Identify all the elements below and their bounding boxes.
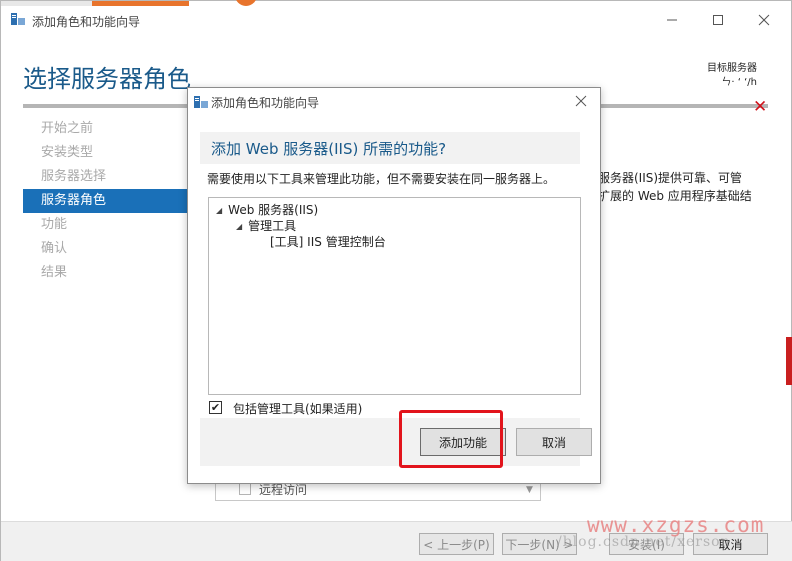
maximize-icon[interactable]	[706, 9, 730, 31]
titlebar: 添加角色和功能向导	[1, 0, 791, 39]
dialog-titlebar: 添加角色和功能向导	[188, 88, 600, 116]
dialog-footer: 添加功能 取消	[200, 418, 592, 466]
role-description-line: 扩展的 Web 应用程序基础结	[598, 189, 752, 203]
tree-item-label: [工具] IIS 管理控制台	[270, 235, 386, 249]
tree-item-label: 管理工具	[248, 219, 297, 233]
close-icon[interactable]	[571, 91, 591, 111]
nav-item-installation-type[interactable]: 安装类型	[23, 141, 193, 165]
tree-item-label: Web 服务器(IIS)	[228, 203, 319, 217]
previous-button[interactable]: < 上一步(P)	[419, 533, 494, 555]
role-description: 服务器(IIS)提供可靠、可管 扩展的 Web 应用程序基础结	[598, 169, 778, 205]
dialog-title: 添加角色和功能向导	[211, 96, 320, 110]
server-manager-icon	[194, 96, 208, 108]
background-tab-strip	[1, 1, 92, 6]
nav-item-confirmation[interactable]: 确认	[23, 237, 193, 261]
nav-item-features[interactable]: 功能	[23, 213, 193, 237]
dialog-heading: 添加 Web 服务器(IIS) 所需的功能?	[211, 140, 447, 158]
page-title: 选择服务器角色	[23, 65, 191, 93]
annotation-highlight-box	[399, 410, 503, 468]
dialog-description: 需要使用以下工具来管理此功能，但不需要安装在同一服务器上。	[207, 172, 556, 186]
background-tab-accent	[92, 1, 189, 6]
features-tree[interactable]: ◢ Web 服务器(IIS) ◢ 管理工具 [工具] IIS 管理控制台	[208, 197, 581, 395]
role-checkbox-remote-access[interactable]	[239, 483, 251, 495]
checkmark-icon: ✔	[210, 401, 221, 414]
collapse-triangle-icon[interactable]: ◢	[236, 222, 242, 231]
background-window-edge	[786, 337, 792, 385]
role-description-line: 服务器(IIS)提供可靠、可管	[598, 171, 743, 185]
tree-item-web-server[interactable]: ◢ Web 服务器(IIS)	[216, 201, 318, 218]
error-icon[interactable]: ✕	[753, 97, 767, 117]
server-manager-icon	[11, 13, 25, 25]
background-accent-dot	[235, 0, 257, 6]
window-title: 添加角色和功能向导	[32, 15, 141, 29]
tree-item-iis-console[interactable]: [工具] IIS 管理控制台	[270, 233, 386, 250]
scroll-down-icon[interactable]: ▼	[526, 485, 533, 495]
collapse-triangle-icon[interactable]: ◢	[216, 206, 222, 215]
dialog-cancel-button[interactable]: 取消	[516, 428, 592, 456]
target-server-value: ㄣ· ‘ ‘/h	[721, 77, 757, 88]
include-tools-label: 包括管理工具(如果适用)	[233, 402, 363, 416]
nav-item-results[interactable]: 结果	[23, 261, 193, 285]
minimize-icon[interactable]	[660, 9, 684, 31]
close-icon[interactable]	[752, 9, 776, 31]
include-tools-checkbox[interactable]: ✔	[209, 401, 222, 414]
tree-item-management-tools[interactable]: ◢ 管理工具	[236, 217, 296, 234]
nav-item-before-you-begin[interactable]: 开始之前	[23, 117, 193, 141]
nav-item-server-selection[interactable]: 服务器选择	[23, 165, 193, 189]
wizard-nav: 开始之前 安装类型 服务器选择 服务器角色 功能 确认 结果	[23, 117, 193, 285]
watermark: www.xzgzs.com	[587, 513, 765, 537]
dialog-header: 添加 Web 服务器(IIS) 所需的功能?	[200, 132, 580, 164]
add-features-dialog: 添加角色和功能向导 添加 Web 服务器(IIS) 所需的功能? 需要使用以下工…	[187, 87, 601, 484]
nav-item-server-roles[interactable]: 服务器角色	[23, 189, 193, 213]
target-server-label: 目标服务器	[707, 63, 757, 74]
